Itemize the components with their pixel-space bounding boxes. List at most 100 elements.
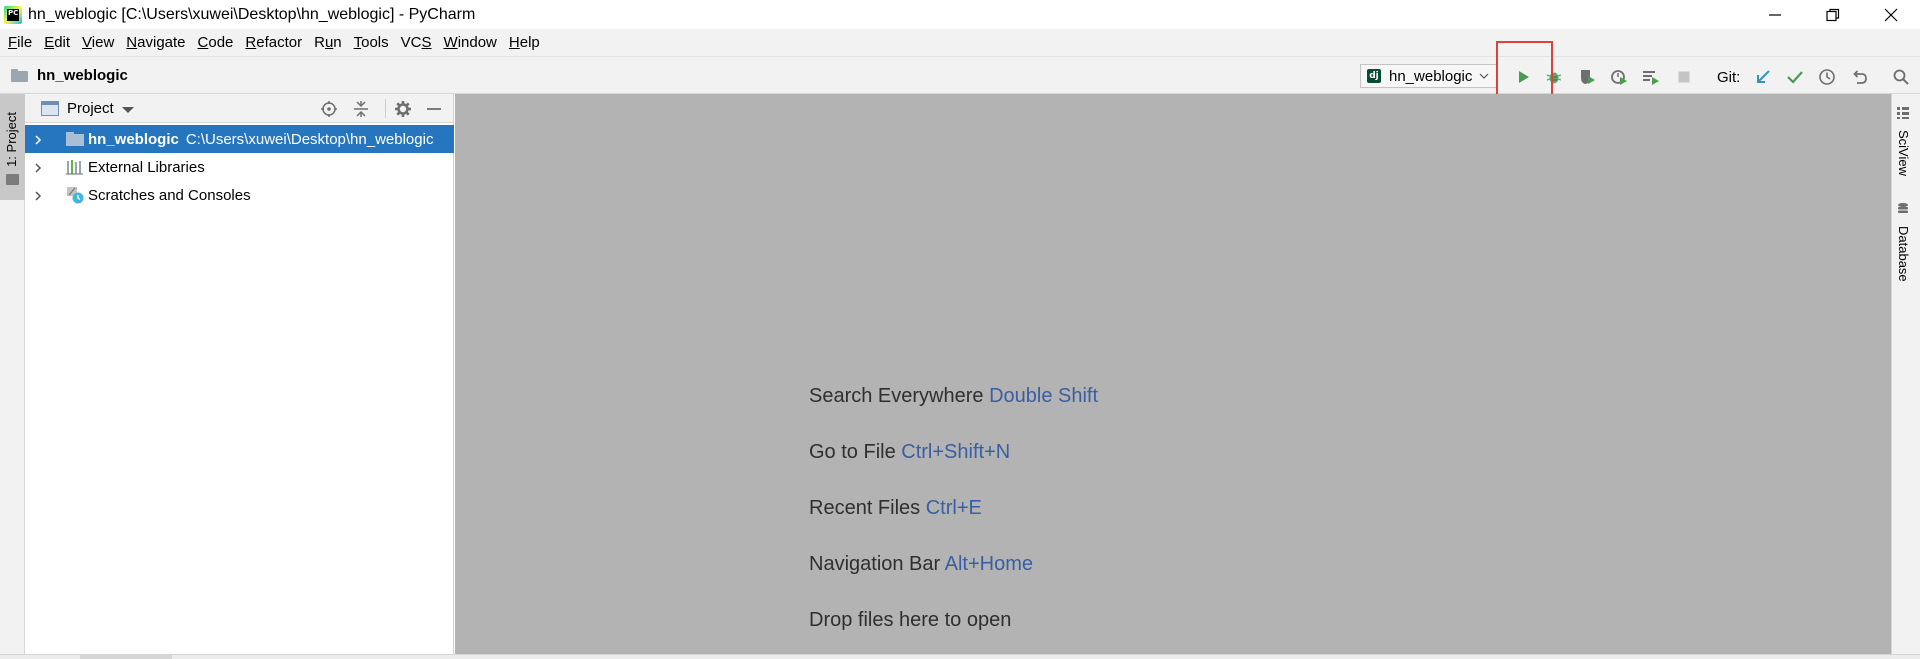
menu-code[interactable]: Code: [192, 29, 240, 56]
sciview-tool-tab[interactable]: SciView: [1896, 106, 1918, 176]
hint-go-to-file: Go to File Ctrl+Shift+N: [809, 441, 1010, 464]
tree-item-name: Scratches and Consoles: [88, 186, 251, 204]
git-commit-button[interactable]: [1784, 66, 1806, 88]
collapse-all-button[interactable]: [351, 99, 371, 119]
breadcrumb[interactable]: hn_weblogic: [11, 67, 128, 84]
arrow-down-left-icon: [1757, 70, 1770, 83]
folder-icon: [6, 174, 19, 185]
minimize-icon: [1769, 13, 1781, 16]
hint-recent-files: Recent Files Ctrl+E: [809, 497, 982, 520]
pycharm-logo-icon: PC: [4, 5, 22, 24]
tree-row-external-libraries[interactable]: External Libraries: [25, 153, 454, 181]
scratches-icon: [67, 187, 84, 204]
minimize-button[interactable]: [1746, 0, 1804, 29]
close-button[interactable]: [1862, 0, 1920, 29]
menu-refactor[interactable]: Refactor: [239, 29, 308, 56]
left-tool-strip: 1: Project: [0, 94, 25, 659]
crosshair-icon: [321, 101, 337, 117]
run-configuration-label: hn_weblogic: [1389, 67, 1473, 85]
run-with-coverage-button[interactable]: [1576, 66, 1598, 88]
navigation-bar: hn_weblogic dj hn_weblogic Git:: [0, 56, 1920, 145]
menu-edit[interactable]: Edit: [38, 29, 76, 56]
hint-text: Search Everywhere: [809, 385, 984, 407]
locate-file-button[interactable]: [319, 99, 339, 119]
tree-item-name: External Libraries: [88, 158, 205, 176]
folder-icon: [11, 69, 28, 82]
tree-row-project-root[interactable]: hn_weblogic C:\Users\xuwei\Desktop\hn_we…: [25, 125, 454, 153]
hint-text: Drop files here to open: [809, 609, 1012, 631]
checkmark-icon: [1787, 71, 1803, 84]
project-view-icon: [41, 100, 59, 116]
concurrency-icon: [1643, 71, 1659, 85]
hint-shortcut: Ctrl+Shift+N: [901, 441, 1011, 463]
menu-vcs[interactable]: VCS: [395, 29, 438, 56]
editor-empty-state: Search Everywhere Double Shift Go to Fil…: [455, 94, 1891, 659]
tree-row-scratches[interactable]: Scratches and Consoles: [25, 181, 454, 209]
hint-shortcut: Ctrl+E: [925, 497, 982, 519]
search-icon: [1893, 69, 1909, 85]
stop-button[interactable]: [1673, 66, 1695, 88]
sciview-tab-label: SciView: [1896, 130, 1911, 177]
library-icon: [66, 160, 83, 175]
menu-run[interactable]: Run: [308, 29, 348, 56]
git-label: Git:: [1717, 69, 1741, 86]
bottom-tool-strip: [0, 654, 1920, 659]
hint-navigation-bar: Navigation Bar Alt+Home: [809, 553, 1033, 576]
restore-button[interactable]: [1804, 0, 1862, 29]
folder-icon: [66, 132, 84, 146]
menu-tools[interactable]: Tools: [348, 29, 395, 56]
restore-icon: [1826, 8, 1840, 21]
clock-icon: [1819, 69, 1835, 85]
profiler-icon: [1611, 70, 1627, 85]
hint-text: Go to File: [809, 441, 896, 463]
window-title: hn_weblogic [C:\Users\xuwei\Desktop\hn_w…: [28, 5, 476, 23]
run-configuration-dropdown[interactable]: dj hn_weblogic: [1360, 64, 1497, 88]
project-panel-header: Project: [25, 94, 453, 123]
expand-arrow-icon[interactable]: [32, 161, 44, 173]
hint-drop-files: Drop files here to open: [809, 609, 1011, 632]
git-history-button[interactable]: [1816, 66, 1838, 88]
collapse-all-icon: [354, 101, 368, 117]
django-icon: dj: [1367, 69, 1381, 83]
stop-icon: [1678, 71, 1690, 83]
hint-text: Recent Files: [809, 497, 921, 519]
title-bar: PC hn_weblogic [C:\Users\xuwei\Desktop\h…: [0, 0, 1920, 29]
database-tab-label: Database: [1896, 226, 1911, 282]
project-tool-window: Project hn_weblogic C:\Users\xuwei\Deskt…: [25, 94, 454, 659]
tree-item-path: C:\Users\xuwei\Desktop\hn_weblogic: [185, 130, 434, 148]
menu-navigate[interactable]: Navigate: [120, 29, 191, 56]
hint-text: Navigation Bar: [809, 553, 941, 575]
expand-arrow-icon[interactable]: [32, 133, 44, 145]
git-update-button[interactable]: [1752, 66, 1774, 88]
concurrency-diagram-button[interactable]: [1640, 66, 1662, 88]
menu-file[interactable]: File: [2, 29, 38, 56]
menu-window[interactable]: Window: [438, 29, 503, 56]
close-icon: [1884, 8, 1898, 21]
hint-search-everywhere: Search Everywhere Double Shift: [809, 385, 1098, 408]
menu-view[interactable]: View: [76, 29, 120, 56]
search-everywhere-button[interactable]: [1890, 66, 1912, 88]
menu-help[interactable]: Help: [503, 29, 546, 56]
database-tool-tab[interactable]: Database: [1896, 202, 1918, 282]
panel-settings-button[interactable]: [393, 99, 413, 119]
menu-bar: File Edit View Navigate Code Refactor Run Tools…: [0, 29, 1920, 56]
hide-panel-button[interactable]: [424, 99, 444, 119]
minimize-panel-icon: [427, 108, 441, 110]
bottom-tool-tab[interactable]: [80, 655, 172, 659]
undo-icon: [1853, 70, 1867, 84]
caret-down-icon[interactable]: [121, 106, 134, 113]
expand-arrow-icon[interactable]: [32, 189, 44, 201]
database-icon: [1898, 203, 1908, 213]
hint-shortcut: Alt+Home: [944, 553, 1034, 575]
project-tool-tab[interactable]: 1: Project: [0, 94, 25, 200]
tree-item-name: hn_weblogic: [88, 130, 179, 148]
git-rollback-button[interactable]: [1848, 66, 1870, 88]
project-tool-tab-label: 1: Project: [4, 112, 19, 167]
gear-icon: [395, 101, 411, 117]
chevron-down-icon: [1479, 73, 1489, 79]
right-tool-strip: SciView Database: [1891, 94, 1920, 659]
project-panel-title[interactable]: Project: [67, 100, 114, 117]
coverage-icon: [1581, 70, 1595, 84]
sciview-icon: [1897, 107, 1909, 119]
profile-button[interactable]: [1608, 66, 1630, 88]
